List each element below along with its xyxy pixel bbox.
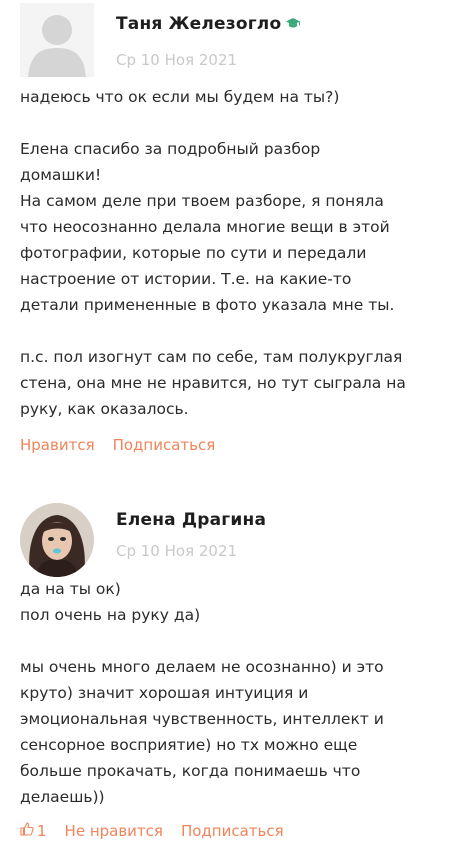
comment-text-line: детали примененные в фото указала мне ты…: [20, 296, 395, 314]
comment-text-line: круто) значит хорошая интуиция и: [20, 684, 309, 702]
comment-actions: 1 Не нравится Подписаться: [20, 822, 284, 840]
dislike-button[interactable]: Не нравится: [65, 822, 163, 840]
comment-text-line: Елена спасибо за подробный разбор: [20, 140, 321, 158]
thumbs-up-icon: [20, 822, 34, 840]
comment-text-line: больше прокачать, когда понимаешь что: [20, 762, 361, 780]
subscribe-button[interactable]: Подписаться: [113, 436, 216, 454]
like-button[interactable]: 1: [20, 822, 47, 840]
comment-text-line: фотографии, которые по сути и передали: [20, 244, 367, 262]
comment-text-line: сенсорное восприятие) но тх можно еще: [20, 736, 358, 754]
subscribe-button[interactable]: Подписаться: [181, 822, 284, 840]
comment-text-line: настроение от истории. Т.е. на какие-то: [20, 270, 352, 288]
like-count: 1: [37, 822, 47, 840]
comment-text-line: делаешь)): [20, 788, 105, 806]
comment-text-line: стена, она мне не нравится, но тут сыгра…: [20, 374, 406, 392]
comment-text-line: На самом деле при твоем разборе, я понял…: [20, 192, 384, 210]
comment-author[interactable]: Таня Железогло: [116, 14, 301, 34]
comment-body: да на ты ок) пол очень на руку да) мы очен…: [20, 576, 440, 810]
comment-actions: Нравится Подписаться: [20, 436, 215, 454]
comment-text-line: мы очень много делаем не осознанно) и эт…: [20, 658, 384, 676]
comment-text-line: пол очень на руку да): [20, 606, 201, 624]
avatar-placeholder-icon[interactable]: [20, 3, 94, 77]
author-name[interactable]: Таня Железогло: [116, 14, 281, 34]
comment-text-line: домашки!: [20, 166, 102, 184]
comment-text-line: руку, как оказалось.: [20, 400, 189, 418]
comment-date: Ср 10 Ноя 2021: [116, 51, 238, 69]
comment-text-line: что неосознанно делала многие вещи в это…: [20, 218, 390, 236]
comment-author[interactable]: Елена Драгина: [116, 510, 266, 530]
user-avatar-photo[interactable]: [20, 503, 94, 577]
like-button[interactable]: Нравится: [20, 436, 95, 454]
comment-date: Ср 10 Ноя 2021: [116, 542, 238, 560]
comment-text-line: да на ты ок): [20, 580, 121, 598]
comment-body: надеюсь что ок если мы будем на ты?) Елен…: [20, 84, 440, 422]
comment-text-line: п.с. пол изогнут сам по себе, там полукр…: [20, 348, 403, 366]
comment-text-line: эмоциональная чувственность, интеллект и: [20, 710, 384, 728]
comment-text-line: надеюсь что ок если мы будем на ты?): [20, 88, 340, 106]
graduation-cap-icon: [285, 14, 301, 34]
